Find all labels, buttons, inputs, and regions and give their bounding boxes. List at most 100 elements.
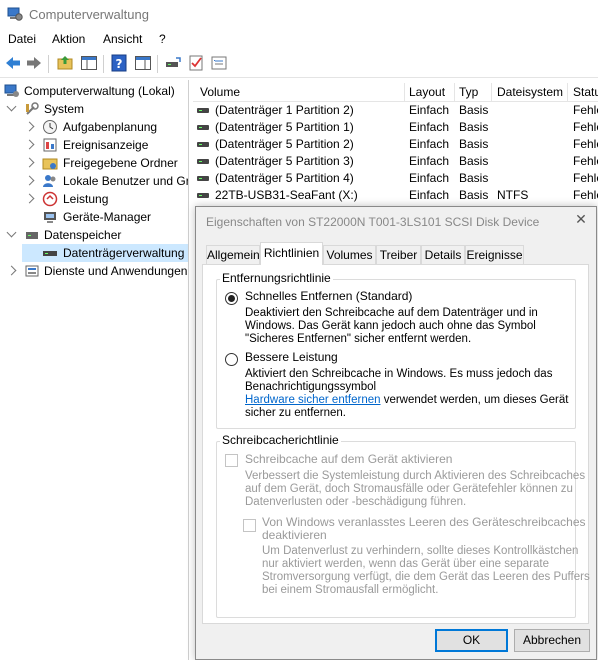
tab-details[interactable]: Details xyxy=(421,245,465,264)
title-bar: Computerverwaltung xyxy=(0,0,598,28)
cancel-button[interactable]: Abbrechen xyxy=(514,629,590,652)
tree-item-datentraegerverwaltung[interactable]: Datenträgerverwaltung xyxy=(22,244,188,262)
tab-volumes[interactable]: Volumes xyxy=(323,245,376,264)
volume-icon xyxy=(197,108,209,113)
chevron-down-icon[interactable] xyxy=(6,227,17,238)
cell-volume: (Datenträger 5 Partition 1) xyxy=(215,120,354,134)
tree-item-freigegebene-ordner[interactable]: Freigegebene Ordner xyxy=(0,154,188,172)
window-title: Computerverwaltung xyxy=(29,7,149,22)
tab-ereignisse[interactable]: Ereignisse xyxy=(465,245,524,264)
help-icon[interactable]: ? xyxy=(110,54,128,72)
ok-button[interactable]: OK xyxy=(435,629,508,652)
chevron-right-icon[interactable] xyxy=(24,121,35,132)
menu-ansicht[interactable]: Ansicht xyxy=(103,32,142,46)
tree-item-datenspeicher[interactable]: Datenspeicher xyxy=(0,226,188,244)
services-icon xyxy=(25,265,39,277)
enable-write-cache-desc-2: auf dem Gerät, doch Stromausfälle oder G… xyxy=(245,483,573,495)
tools-icon xyxy=(26,102,39,115)
cell-status: Fehlerfrei xyxy=(573,120,598,134)
tree-item-leistung[interactable]: Leistung xyxy=(0,190,188,208)
column-header-dateisystem[interactable]: Dateisystem xyxy=(497,85,563,99)
quick-removal-desc-1: Deaktiviert den Schreibcache auf dem Dat… xyxy=(245,307,538,319)
show-hide-action-pane-icon[interactable] xyxy=(134,54,152,72)
tree-item-label: Datenspeicher xyxy=(44,228,122,242)
table-row[interactable]: (Datenträger 1 Partition 2) Einfach Basis F… xyxy=(193,102,598,119)
quick-removal-radio[interactable] xyxy=(225,292,238,305)
tree-item-label: Datenträgerverwaltung xyxy=(63,246,185,260)
check-icon[interactable] xyxy=(187,54,205,72)
menu-aktion[interactable]: Aktion xyxy=(52,32,85,46)
better-performance-desc-3-rest: verwendet werden, um dieses Gerät xyxy=(380,394,569,406)
tree-item-label: Ereignisanzeige xyxy=(63,138,149,152)
device-manager-icon xyxy=(44,212,56,223)
enable-write-cache-checkbox[interactable] xyxy=(225,454,238,467)
cell-dateisystem: NTFS xyxy=(497,188,529,202)
tree-item-ereignisanzeige[interactable]: Ereignisanzeige xyxy=(0,136,188,154)
tab-allgemein[interactable]: Allgemein xyxy=(206,245,260,264)
tab-richtlinien[interactable]: Richtlinien xyxy=(260,242,323,265)
tree-item-dienste-anwendungen[interactable]: Dienste und Anwendungen xyxy=(0,262,188,280)
cell-layout: Einfach xyxy=(409,171,450,185)
menu-datei[interactable]: Datei xyxy=(8,32,36,46)
column-header-status[interactable]: Status xyxy=(573,85,598,99)
disable-cache-flush-checkbox[interactable] xyxy=(243,519,256,532)
column-header-layout[interactable]: Layout xyxy=(409,85,445,99)
clock-icon xyxy=(43,120,57,134)
chevron-right-icon[interactable] xyxy=(24,175,35,186)
show-hide-tree-icon[interactable] xyxy=(80,54,98,72)
disable-cache-flush-desc-3: Stromversorgung verfügt, die dem Gerät d… xyxy=(262,571,590,583)
tree-item-label: Dienste und Anwendungen xyxy=(44,264,188,278)
disable-cache-flush-label-2[interactable]: deaktivieren xyxy=(262,529,327,542)
enable-write-cache-label[interactable]: Schreibcache auf dem Gerät aktivieren xyxy=(245,453,452,466)
forward-arrow-icon[interactable] xyxy=(25,54,43,72)
cell-typ: Basis xyxy=(459,137,489,151)
volume-icon xyxy=(197,193,209,198)
table-row[interactable]: (Datenträger 5 Partition 1) Einfach Basis F… xyxy=(193,119,598,136)
disable-cache-flush-desc-1: Um Datenverlust zu verhindern, sollte di… xyxy=(262,545,579,557)
svg-text:?: ? xyxy=(116,57,123,71)
safely-remove-hardware-link[interactable]: Hardware sicher entfernen xyxy=(245,394,381,406)
cell-typ: Basis xyxy=(459,171,489,185)
disable-cache-flush-desc-4: bei einem Stromausfall ermöglicht. xyxy=(262,584,439,596)
enable-write-cache-desc-1: Verbessert die Systemleistung durch Akti… xyxy=(245,470,586,482)
chevron-down-icon[interactable] xyxy=(6,101,17,112)
back-arrow-icon[interactable] xyxy=(4,54,22,72)
tree-item-system[interactable]: System xyxy=(0,100,188,118)
table-row[interactable]: 22TB-USB31-SeaFant (X:) Einfach Basis NTFS F… xyxy=(193,187,598,204)
write-cache-policy-title: Schreibcacherichtlinie xyxy=(220,433,341,447)
table-row[interactable]: (Datenträger 5 Partition 2) Einfach Basis F… xyxy=(193,136,598,153)
folder-up-icon[interactable] xyxy=(56,54,74,72)
storage-icon xyxy=(26,232,38,239)
chevron-right-icon[interactable] xyxy=(24,193,35,204)
column-header-typ[interactable]: Typ xyxy=(459,85,478,99)
better-performance-label[interactable]: Bessere Leistung xyxy=(245,351,338,364)
table-row[interactable]: (Datenträger 5 Partition 4) Einfach Basis F… xyxy=(193,170,598,187)
quick-removal-label[interactable]: Schnelles Entfernen (Standard) xyxy=(245,290,412,303)
better-performance-desc-2: Benachrichtigungssymbol xyxy=(245,381,377,393)
better-performance-radio[interactable] xyxy=(225,353,238,366)
enable-write-cache-desc-3: Datenverlusten oder -beschädigung führen… xyxy=(245,496,467,508)
tree-item-aufgabenplanung[interactable]: Aufgabenplanung xyxy=(0,118,188,136)
cell-layout: Einfach xyxy=(409,137,450,151)
cell-status: Fehlerfrei xyxy=(573,188,598,202)
tree-item-computerverwaltung[interactable]: Computerverwaltung (Lokal) xyxy=(0,82,188,100)
tab-treiber[interactable]: Treiber xyxy=(376,245,421,264)
quick-removal-desc-3: "Sicheres Entfernen" sicher entfernt wer… xyxy=(245,333,472,345)
disk-connect-icon[interactable] xyxy=(164,54,182,72)
chevron-right-icon[interactable] xyxy=(24,139,35,150)
volume-icon xyxy=(197,142,209,147)
volume-icon xyxy=(197,176,209,181)
tree-item-geraete-manager[interactable]: Geräte-Manager xyxy=(0,208,188,226)
table-row[interactable]: (Datenträger 5 Partition 3) Einfach Basis F… xyxy=(193,153,598,170)
properties-icon[interactable] xyxy=(210,54,228,72)
chevron-right-icon[interactable] xyxy=(24,157,35,168)
close-icon[interactable]: ✕ xyxy=(573,211,589,227)
cell-layout: Einfach xyxy=(409,154,450,168)
tree-item-label: Leistung xyxy=(63,192,109,206)
cell-layout: Einfach xyxy=(409,188,450,202)
users-icon xyxy=(43,175,56,187)
column-header-volume[interactable]: Volume xyxy=(200,85,240,99)
chevron-right-icon[interactable] xyxy=(6,265,17,276)
menu-help[interactable]: ? xyxy=(159,32,166,46)
tree-item-lokale-benutzer[interactable]: Lokale Benutzer und Gruppen xyxy=(0,172,188,190)
